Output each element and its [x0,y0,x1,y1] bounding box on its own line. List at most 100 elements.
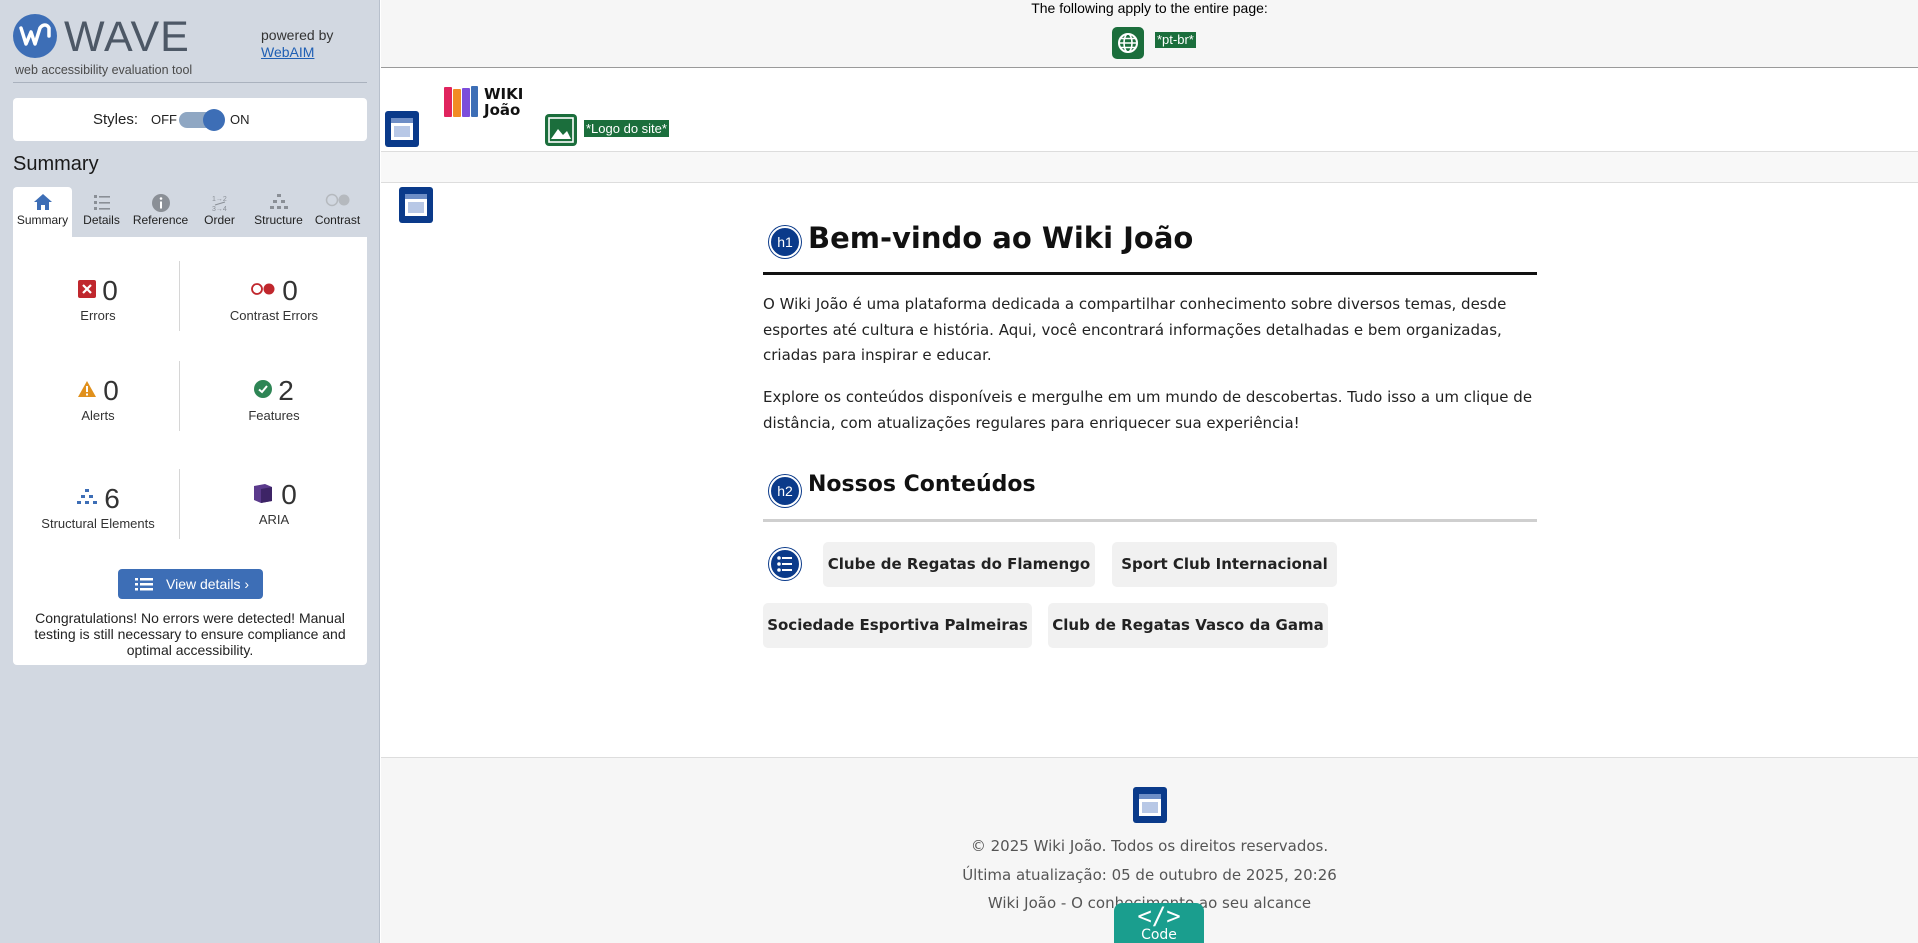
image-alt-icon[interactable] [545,114,577,146]
globe-icon[interactable] [1112,27,1144,59]
tab-label: Reference [132,213,189,227]
alerts-label: Alerts [81,408,115,423]
footer-copyright: © 2025 Wiki João. Todos os direitos rese… [970,837,1329,855]
image-alt-text: *Logo do site* [584,120,669,137]
footer-updated: Última atualização: 05 de outubro de 202… [962,866,1337,884]
error-icon [78,279,97,303]
page-language-bar: The following apply to the entire page: … [381,0,1918,68]
tab-reference[interactable]: Reference [131,187,190,237]
nav-strip [381,152,1918,183]
contrast-icon [308,187,367,213]
header-landmark-icon[interactable] [384,110,420,148]
tab-label: Order [204,213,235,227]
aria-count: 0 [281,479,297,510]
link-flamengo[interactable]: Clube de Regatas do Flamengo [823,542,1095,587]
tab-contrast[interactable]: Contrast [308,187,367,237]
stat-alerts[interactable]: 0 Alerts [13,375,183,423]
explore-paragraph: Explore os conteúdos disponíveis e mergu… [763,388,1533,432]
footer-landmark-icon[interactable] [1132,786,1168,824]
styles-off-label: OFF [151,112,177,127]
link-palmeiras[interactable]: Sociedade Esportiva Palmeiras [763,603,1032,648]
alert-icon [77,380,97,403]
tab-order[interactable]: 1→2 3→4 Order [190,187,249,237]
errors-label: Errors [80,308,116,323]
main-landmark-icon[interactable] [398,186,434,224]
list-icon [135,578,153,594]
stat-divider [179,361,180,431]
section-heading: Nossos Conteúdos [808,472,1036,497]
wave-logo-icon [13,14,57,58]
site-logo-icon [444,85,478,124]
view-details-button[interactable]: View details › [118,569,263,599]
powered-by: powered by WebAIM [261,27,333,61]
powered-by-label: powered by [261,27,334,43]
structure-icon [249,187,308,213]
section-rule [763,519,1537,522]
toggle-knob [203,109,225,131]
structural-label: Structural Elements [41,516,155,531]
site-footer: © 2025 Wiki João. Todos os direitos rese… [381,757,1918,943]
sidebar-divider [13,82,367,83]
structure-icon [76,488,98,511]
stat-divider [179,261,180,331]
list-icon[interactable] [769,548,801,580]
title-rule [763,272,1537,275]
svg-text:3→4: 3→4 [212,206,227,213]
link-vasco[interactable]: Club de Regatas Vasco da Gama [1048,603,1328,648]
errors-count: 0 [102,275,118,306]
contrast-error-icon [250,282,276,301]
info-icon [131,187,190,213]
view-details-label: View details › [166,576,250,592]
summary-panel: 0 Errors 0 Contrast Errors 0 Alerts 2 Fe… [13,237,367,665]
order-icon: 1→2 3→4 [190,187,249,213]
wave-sidebar: WAVE web accessibility evaluation tool p… [0,0,380,943]
code-button[interactable]: </> Code [1114,903,1204,943]
stat-features[interactable]: 2 Features [189,375,359,423]
h1-badge-icon[interactable]: h1 [769,226,801,258]
styles-toggle-box: Styles: OFF ON [13,98,367,141]
styles-toggle[interactable] [179,109,225,131]
tab-summary[interactable]: Summary [13,187,72,237]
summary-heading: Summary [13,153,99,175]
tab-details[interactable]: Details [72,187,131,237]
contrast-errors-label: Contrast Errors [229,308,319,323]
congrats-message: Congratulations! No errors were detected… [34,610,346,658]
tab-label: Details [83,213,120,227]
language-notice: The following apply to the entire page: [1031,0,1268,16]
code-icon: </> [1137,902,1181,930]
structural-count: 6 [104,483,120,514]
aria-cube-icon [251,481,275,510]
wave-subtitle: web accessibility evaluation tool [15,63,193,77]
features-label: Features [248,408,300,423]
tab-structure[interactable]: Structure [249,187,308,237]
tab-label: Summary [16,213,69,227]
alerts-count: 0 [103,375,119,406]
h2-badge-icon[interactable]: h2 [769,475,801,507]
code-label: Code [1141,927,1177,943]
logo-line-2: João [484,101,521,119]
page-title: Bem-vindo ao Wiki João [808,221,1194,255]
features-count: 2 [278,375,294,406]
wave-title: WAVE [64,13,190,61]
site-logo-text[interactable]: WIKI João [484,86,523,118]
stat-contrast-errors[interactable]: 0 Contrast Errors [189,275,359,323]
site-header: WIKI João *Logo do site* [381,68,1918,152]
link-internacional[interactable]: Sport Club Internacional [1112,542,1337,587]
evaluated-page: The following apply to the entire page: … [381,0,1918,943]
wave-tabs: Summary Details Reference 1→2 3→4 Order S… [13,187,367,237]
webaim-link[interactable]: WebAIM [261,44,333,61]
styles-label: Styles: [93,111,139,128]
tab-label: Contrast [314,213,361,227]
list-icon [72,187,131,213]
language-tag: *pt-br* [1155,32,1196,48]
contrast-errors-count: 0 [282,275,298,306]
stat-structural[interactable]: 6 Structural Elements [13,483,183,531]
stat-aria[interactable]: 0 ARIA [189,479,359,527]
stat-divider [179,469,180,539]
feature-check-icon [254,379,273,403]
home-icon [13,187,72,213]
stat-errors[interactable]: 0 Errors [13,275,183,323]
aria-label: ARIA [258,512,290,527]
styles-on-label: ON [230,112,250,127]
tab-label: Structure [254,213,303,227]
